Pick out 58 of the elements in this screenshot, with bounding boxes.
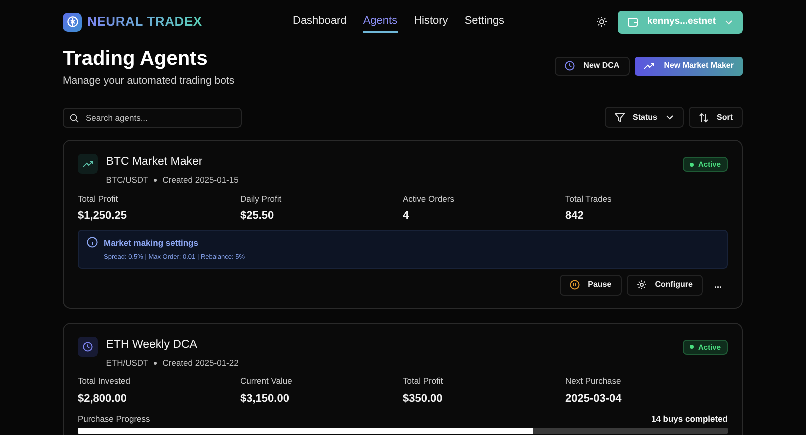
configure-button[interactable]: Configure (627, 274, 703, 296)
search-field[interactable]: Search agents... (63, 108, 242, 128)
stat-label: Total Invested (78, 375, 132, 388)
agent-name: ETH Weekly DCA (106, 338, 198, 353)
stat-label: Total Profit (403, 375, 444, 388)
nav-link-item[interactable]: Agents (363, 10, 398, 34)
trend-up-icon (82, 160, 94, 168)
new-dca-button[interactable]: New DCA (554, 56, 630, 76)
sort-button[interactable]: Sort (689, 107, 743, 128)
pause-circle-icon (570, 280, 580, 290)
stat-label: Active Orders (403, 192, 456, 206)
status-dot-icon (690, 345, 694, 350)
created-date: Created 2025-01-15 (162, 174, 239, 187)
search-icon (70, 114, 79, 123)
stat-value: $3,150.00 (240, 392, 290, 406)
stat-label: Daily Profit (240, 192, 283, 206)
stat-value: $350.00 (403, 392, 444, 406)
nav-link-item[interactable]: Dashboard (293, 10, 347, 34)
stat-value: $25.50 (240, 209, 276, 224)
nav-link-item[interactable]: Settings (464, 10, 505, 34)
info-title: Market making settings (104, 237, 200, 250)
brain-logo-icon (63, 12, 82, 32)
stat-value: 2025-03-04 (566, 392, 623, 406)
clock-icon (564, 61, 575, 72)
nav-link-item[interactable]: History (414, 10, 448, 34)
stat-value: 842 (566, 209, 585, 224)
agent-name: BTC Market Maker (106, 155, 204, 170)
chevron-down-icon (666, 115, 674, 120)
stat-value: 4 (403, 209, 410, 224)
trading-pair: BTC/USDT (106, 174, 149, 187)
progress-label: Purchase Progress (78, 412, 150, 426)
stat-value: $2,800.00 (78, 392, 128, 406)
stat-label: Current Value (240, 375, 294, 388)
wallet-icon (628, 18, 638, 26)
created-date: Created 2025-01-22 (162, 356, 239, 370)
clock-icon (83, 342, 93, 352)
gear-icon (637, 280, 648, 290)
progress-reading: 14 buys completed (651, 412, 728, 426)
sun-icon[interactable] (597, 17, 608, 27)
page-title: Trading Agents (63, 46, 209, 71)
more-options-button[interactable]: ... (708, 278, 728, 292)
sort-arrows-icon (699, 112, 709, 123)
bullet-dot-icon (154, 179, 158, 182)
bullet-dot-icon (154, 362, 158, 365)
trend-up-icon (644, 62, 656, 70)
stat-value: $1,250.25 (78, 209, 128, 224)
trading-pair: ETH/USDT (106, 356, 149, 370)
pause-button[interactable]: Pause (560, 274, 622, 296)
info-icon (87, 237, 98, 248)
filter-icon (615, 112, 626, 123)
stat-label: Total Profit (78, 192, 120, 206)
page-subtitle: Manage your automated trading bots (63, 74, 235, 88)
status-filter-button[interactable]: Status (605, 107, 684, 128)
stat-label: Total Trades (566, 192, 613, 206)
new-market-maker-button[interactable]: New Market Maker (635, 56, 743, 76)
stat-label: Next Purchase (566, 375, 622, 388)
status-dot-icon (690, 162, 694, 167)
chevron-down-icon (725, 20, 733, 24)
